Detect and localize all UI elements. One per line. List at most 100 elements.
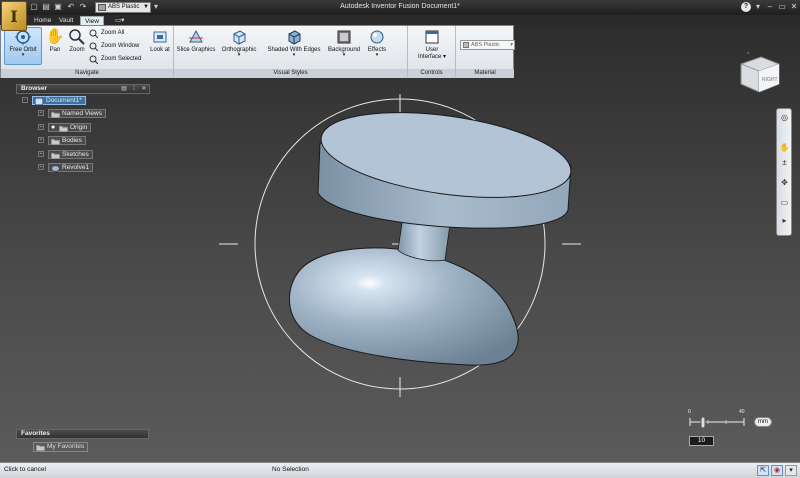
viewcube-home-icon: ⌂ xyxy=(747,50,750,55)
controls-panel: User Interface ▾ Controls xyxy=(408,26,456,78)
document-icon xyxy=(35,98,43,105)
user-interface-button[interactable]: User Interface ▾ xyxy=(412,28,452,60)
help-dropdown-icon[interactable]: ▾ xyxy=(753,2,763,12)
look-at-button[interactable]: Look at xyxy=(148,28,172,53)
visual-styles-panel: Slice Graphics Orthographic ▾ Shaded Wit… xyxy=(174,26,408,78)
look-at-label: Look at xyxy=(150,47,170,53)
chevron-down-icon: ▾ xyxy=(21,52,25,58)
slice-graphics-label: Slice Graphics xyxy=(176,47,216,53)
zoom-window-label: Zoom Window xyxy=(101,43,140,49)
favorites-title: Favorites xyxy=(21,430,50,437)
lightbulb-icon[interactable]: ● xyxy=(51,123,55,132)
close-icon[interactable]: ✕ xyxy=(788,1,800,13)
tree-item-revolve1[interactable]: + Revolve1 xyxy=(38,163,94,172)
look-at-icon[interactable]: ▭ xyxy=(779,197,790,208)
orthographic-button[interactable]: Orthographic ▾ xyxy=(219,28,259,58)
ribbon: Free Orbit ▾ ✋ Pan Zoom Zoom All Zoom Wi… xyxy=(0,25,515,78)
visual-styles-panel-label: Visual Styles xyxy=(174,69,407,78)
close-icon[interactable]: ✕ xyxy=(140,85,148,93)
folder-icon xyxy=(51,152,60,159)
pan-hand-icon[interactable]: ✋ xyxy=(779,142,790,153)
viewcube-face-label: RIGHT xyxy=(762,77,778,83)
restore-icon[interactable]: ▭ xyxy=(776,1,788,13)
my-favorites-item[interactable]: My Favorites xyxy=(33,442,89,452)
tree-item-label: Revolve1 xyxy=(62,164,90,171)
chevron-down-icon: ▾ xyxy=(292,52,296,58)
controls-panel-label: Controls xyxy=(408,69,455,78)
tab-vault[interactable]: Vault xyxy=(55,16,77,25)
revolve-icon xyxy=(51,165,60,172)
model-top-disc xyxy=(317,112,572,229)
navigation-bar: ◎ ✋ ± ✥ ▭ ▸ xyxy=(776,108,792,236)
status-bar: Click to cancel No Selection ⇱ ◉ ▾ xyxy=(0,462,800,478)
viewcube[interactable]: ⌂ RIGHT xyxy=(733,50,783,96)
orbit-icon[interactable]: ✥ xyxy=(779,177,790,188)
tree-item-origin[interactable]: + ● Origin xyxy=(38,123,92,132)
folder-icon xyxy=(59,125,68,132)
tree-item-bodies[interactable]: + Bodies xyxy=(38,136,86,145)
folder-icon xyxy=(51,111,60,118)
zoom-selected-icon xyxy=(89,55,98,64)
folder-icon xyxy=(36,444,45,451)
hand-icon: ✋ xyxy=(45,28,65,45)
browser-title: Browser xyxy=(21,85,48,92)
zoom-button[interactable]: Zoom xyxy=(66,28,88,53)
zoom-all-button[interactable]: Zoom All xyxy=(89,28,124,39)
tree-item-sketches[interactable]: + Sketches xyxy=(38,150,93,159)
tab-extra-icon[interactable]: ▭▾ xyxy=(111,16,128,25)
user-interface-label-2: Interface xyxy=(417,54,442,60)
shaded-with-edges-button[interactable]: Shaded With Edges ▾ xyxy=(266,28,322,58)
collapse-icon[interactable]: − xyxy=(22,97,28,103)
favorites-panel-header[interactable]: Favorites xyxy=(16,429,149,439)
tree-item-document[interactable]: − Document1* xyxy=(22,96,86,105)
material-dropdown[interactable]: ABS Plastic ▾ xyxy=(460,40,515,50)
zoom-icon[interactable]: ± xyxy=(779,157,790,168)
expand-icon[interactable]: + xyxy=(38,164,44,170)
zoom-window-button[interactable]: Zoom Window xyxy=(89,41,139,52)
zoom-selected-button[interactable]: Zoom Selected xyxy=(89,54,141,65)
zoom-label: Zoom xyxy=(69,47,85,53)
scale-value-field[interactable]: 10 xyxy=(689,436,714,446)
tree-item-label: Named Views xyxy=(62,110,102,117)
nav-expand-icon[interactable]: ▸ xyxy=(779,215,790,226)
selection-filter-icon[interactable]: ⇱ xyxy=(757,465,769,476)
tree-item-label: Bodies xyxy=(62,137,82,144)
expand-icon[interactable]: + xyxy=(38,151,44,157)
pan-label: Pan xyxy=(49,47,61,53)
browser-options-icon[interactable]: ▤ xyxy=(120,85,128,93)
status-prompt: Click to cancel xyxy=(4,466,46,473)
display-mode-icon[interactable]: ◉ xyxy=(771,465,783,476)
pan-button[interactable]: ✋ Pan xyxy=(45,28,65,53)
background-button[interactable]: Background ▾ xyxy=(326,28,362,58)
tree-item-label: Origin xyxy=(70,124,88,131)
slice-graphics-button[interactable]: Slice Graphics xyxy=(176,28,216,53)
status-menu-icon[interactable]: ▾ xyxy=(785,465,797,476)
steering-wheel-icon[interactable]: ◎ xyxy=(779,112,790,123)
zoom-window-icon xyxy=(89,42,98,51)
expand-icon[interactable]: + xyxy=(38,110,44,116)
effects-button[interactable]: Effects ▾ xyxy=(364,28,390,58)
navigate-panel-label: Navigate xyxy=(1,69,173,78)
chevron-down-icon: ▾ xyxy=(510,42,513,48)
cube-icon xyxy=(233,30,246,45)
chevron-down-icon: ▾ xyxy=(441,54,447,60)
effects-icon xyxy=(370,30,384,44)
minimize-icon[interactable]: – xyxy=(764,1,776,13)
browser-pin-icon[interactable]: ⁞ xyxy=(130,85,138,93)
application-menu-button[interactable]: I xyxy=(1,1,27,31)
tree-item-label: Sketches xyxy=(62,151,89,158)
tree-item-named-views[interactable]: + Named Views xyxy=(38,109,106,118)
tab-home[interactable]: Home xyxy=(30,16,55,25)
user-interface-icon xyxy=(425,30,439,44)
app-logo-letter: I xyxy=(10,6,18,26)
material-swatch-icon xyxy=(463,42,469,48)
free-orbit-button[interactable]: Free Orbit ▾ xyxy=(4,27,42,65)
expand-icon[interactable]: + xyxy=(38,124,44,130)
expand-icon[interactable]: + xyxy=(38,137,44,143)
browser-panel-header[interactable]: Browser ▤ ⁞ ✕ xyxy=(16,84,150,94)
zoom-all-icon xyxy=(89,29,98,38)
unit-button[interactable]: mm xyxy=(754,417,772,427)
tab-view[interactable]: View xyxy=(80,16,104,25)
scale-min-label: 0 xyxy=(688,409,691,415)
help-icon[interactable]: ? xyxy=(741,2,751,12)
